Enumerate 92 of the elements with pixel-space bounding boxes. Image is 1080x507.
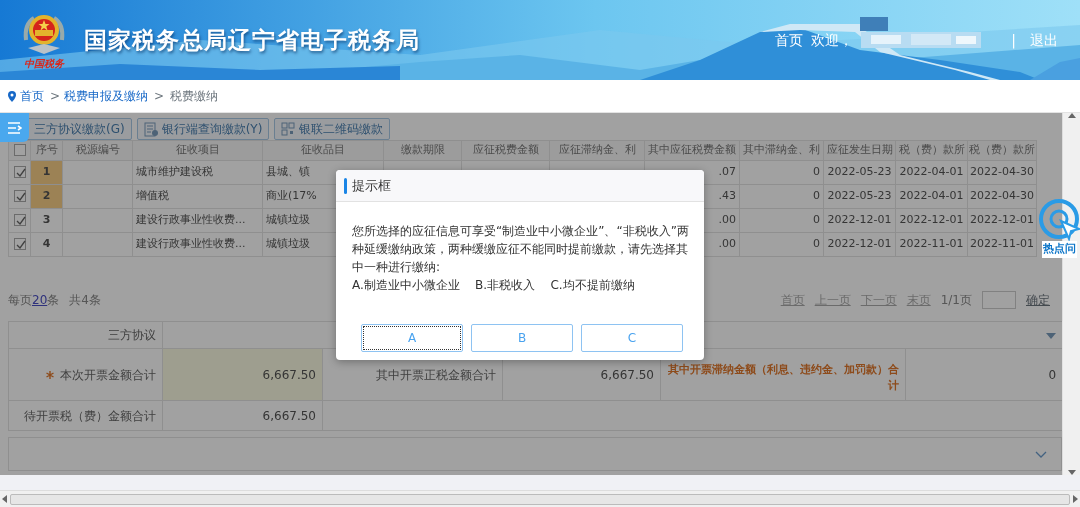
table-cell: 城镇垃圾 [266, 237, 310, 251]
checkbox[interactable] [13, 214, 26, 227]
breadcrumb-link[interactable]: 税费申报及缴纳 [64, 87, 149, 105]
option-button[interactable]: A [361, 324, 463, 352]
row-number: 3 [30, 208, 63, 233]
table-cell: 2022-04-01 [899, 165, 964, 179]
scroll-up-icon[interactable] [1067, 113, 1076, 118]
breadcrumb-link[interactable]: 首页 [20, 87, 44, 105]
column-header: 税（费）款所 [967, 140, 1037, 161]
field-value: 6,667.50 [262, 408, 316, 423]
total-count: 共4条 [69, 292, 101, 309]
toolbar-button[interactable]: 银联二维码缴款 [274, 118, 391, 140]
qr-code-icon [281, 122, 296, 136]
column-header: 税源编号 [62, 140, 133, 161]
dialog-title: 提示框 [352, 176, 391, 195]
field-value: 6,667.50 [262, 367, 316, 382]
table-cell: 商业(17% [266, 189, 317, 203]
page-indicator: 1/1页 [940, 292, 972, 309]
table-cell: .07 [718, 165, 736, 179]
column-header: 其中应征税费金额 [644, 140, 740, 161]
welcome-text: 欢迎， [811, 30, 854, 50]
column-header: 应征发生日期 [823, 140, 896, 161]
table-cell: 2022-04-30 [970, 165, 1034, 179]
logout-link[interactable]: 退出 [1030, 29, 1058, 51]
document-icon [143, 121, 158, 137]
column-header: 应征滞纳金、利 [549, 140, 645, 161]
page-input[interactable] [982, 291, 1016, 309]
breadcrumb-separator: > [154, 88, 165, 105]
option-button[interactable]: C [581, 324, 683, 352]
scrollbar-thumb[interactable] [10, 493, 1070, 505]
field-label: 三方协议 [108, 328, 156, 342]
table-cell: 2022-12-01 [899, 213, 964, 227]
breadcrumb-current: 税费缴纳 [170, 88, 219, 105]
table-cell: 0 [813, 237, 820, 251]
confirm-link[interactable]: 确定 [1026, 291, 1050, 309]
table-cell: 建设行政事业性收费... [136, 237, 246, 251]
checkbox[interactable] [13, 190, 26, 203]
table-cell: 2022-12-01 [827, 213, 892, 227]
menu-icon [7, 121, 22, 134]
table-cell: .43 [718, 189, 736, 203]
location-pin-icon [8, 90, 16, 102]
field-label: 本次开票金额合计 [60, 367, 156, 382]
table-cell: 县城、镇 [266, 165, 310, 179]
table-cell: 城市维护建设税 [136, 165, 213, 179]
column-header: 征收项目 [132, 140, 263, 161]
table-cell: 建设行政事业性收费... [136, 213, 246, 227]
field-label: 其中开票正税金额合计 [376, 367, 496, 382]
field-label: 其中开票滞纳金额（利息、违约金、加罚款）合计 [668, 363, 899, 392]
hot-topics-label[interactable]: 热点问 [1041, 241, 1077, 258]
table-cell: 2022-04-01 [899, 189, 964, 203]
table-cell: .00 [718, 213, 736, 227]
table-cell: 2022-11-01 [899, 237, 964, 251]
column-header: 其中滞纳金、利 [739, 140, 824, 161]
option-button[interactable]: B [471, 324, 573, 352]
page-size-text: 每页20条 [8, 292, 60, 309]
scroll-left-icon[interactable] [2, 495, 7, 503]
checkbox[interactable] [13, 238, 26, 251]
chevron-down-icon[interactable] [1035, 450, 1047, 458]
field-label: 待开票税（费）金额合计 [24, 408, 156, 423]
table-cell: 2022-11-01 [970, 237, 1034, 251]
toolbar-button[interactable]: 银行端查询缴款(Y) [136, 118, 270, 140]
column-header: 缴款期限 [383, 140, 462, 161]
emblem-caption: 中国税务 [24, 58, 64, 70]
site-title: 国家税务总局辽宁省电子税务局 [84, 25, 420, 55]
home-link[interactable]: 首页 [775, 29, 804, 51]
table-cell: 0 [813, 189, 820, 203]
table-cell: 2022-12-01 [827, 237, 892, 251]
table-cell: 0 [813, 165, 820, 179]
dialog-message: 您所选择的应征信息可享受“制造业中小微企业”、“非税收入”两种延缓缴纳政策，两种缓缴应征不能同时提前缴款，请先选择其中一种进行缴纳: [352, 223, 690, 276]
table-cell: 城镇垃圾 [266, 213, 310, 227]
checkbox[interactable] [13, 166, 26, 179]
table-cell: .00 [718, 237, 736, 251]
field-value: 0 [1048, 367, 1057, 382]
table-cell: 2022-05-23 [827, 189, 892, 203]
column-header: 序号 [30, 140, 63, 161]
nav-separator: | [1011, 30, 1016, 51]
table-cell: 2022-05-23 [827, 165, 892, 179]
dropdown-caret-icon[interactable] [1046, 332, 1057, 339]
cursor-click-icon[interactable] [1037, 197, 1080, 241]
column-header: 应征税费金额 [461, 140, 550, 161]
column-header: 税（费）款所 [895, 140, 968, 161]
dialog-options: A.制造业中小微企业 B.非税收入 C.均不提前缴纳 [352, 276, 692, 294]
field-value: 6,667.50 [600, 367, 654, 382]
table-cell: 0 [813, 213, 820, 227]
table-cell: 2022-04-30 [970, 189, 1034, 203]
table-cell: 增值税 [136, 189, 169, 203]
column-header: 征收品目 [262, 140, 384, 161]
scroll-right-icon[interactable] [1073, 495, 1078, 503]
table-cell: 2022-12-01 [970, 213, 1034, 227]
checkbox[interactable] [13, 144, 26, 157]
row-number: 4 [30, 232, 63, 257]
breadcrumb-separator: > [50, 88, 61, 105]
